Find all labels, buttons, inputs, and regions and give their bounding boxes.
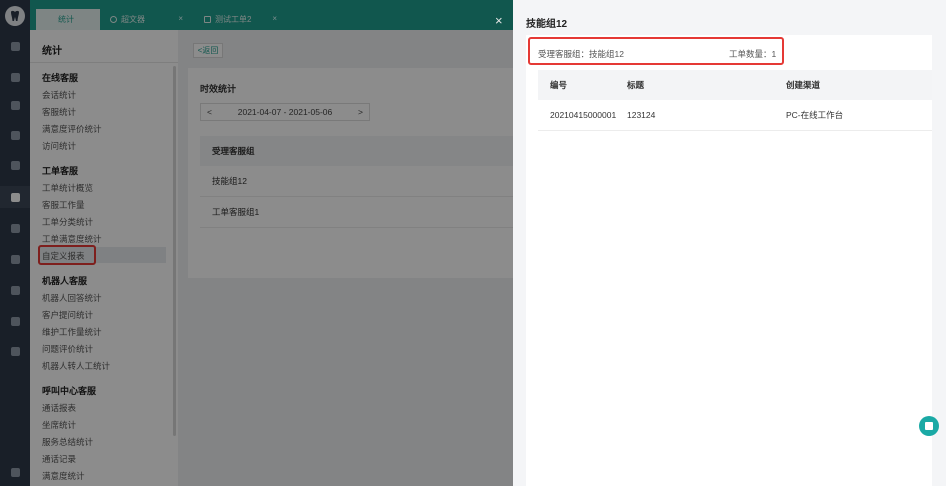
drawer-title: 技能组12 bbox=[526, 19, 568, 30]
ticket-title: 123124 bbox=[627, 110, 656, 120]
column-header: 创建渠道 bbox=[786, 80, 821, 90]
detail-drawer: 技能组12 受理客服组：技能组12 工单数量：1 编号 标题 创建渠道 2021… bbox=[513, 0, 946, 486]
ticket-channel: PC-在线工作台 bbox=[786, 110, 844, 120]
detail-panel: 受理客服组：技能组12 工单数量：1 编号 标题 创建渠道 2021041500… bbox=[526, 35, 932, 486]
ticket-id[interactable]: 20210415000001 bbox=[550, 100, 616, 130]
help-chat-icon[interactable] bbox=[919, 416, 939, 436]
column-header: 标题 bbox=[627, 80, 645, 90]
ticket-count: 工单数量：1 bbox=[729, 49, 777, 59]
table-row[interactable]: 20210415000001 123124 PC-在线工作台 bbox=[538, 100, 932, 131]
modal-overlay[interactable] bbox=[0, 0, 513, 486]
table-header: 编号 标题 创建渠道 bbox=[538, 70, 932, 100]
column-header: 编号 bbox=[550, 80, 568, 90]
group-info: 受理客服组：技能组12 bbox=[538, 49, 624, 59]
close-icon[interactable]: × bbox=[495, 13, 503, 28]
